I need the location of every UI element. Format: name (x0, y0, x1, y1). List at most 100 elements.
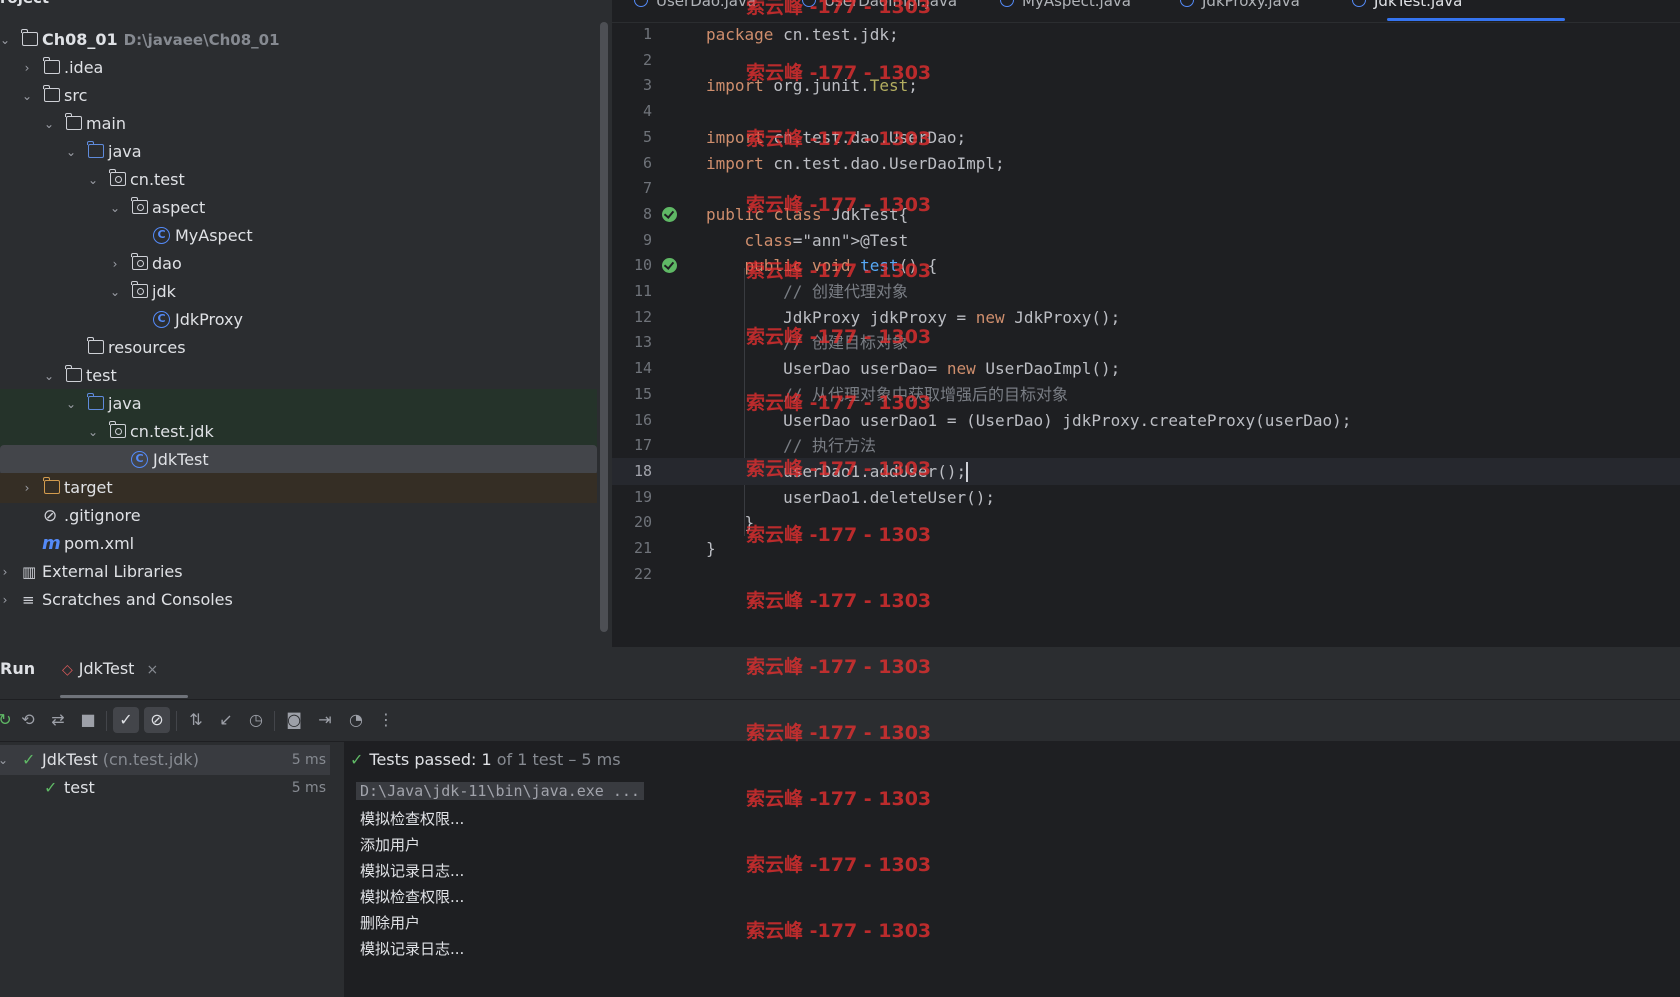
line-number[interactable]: 8 (612, 201, 652, 229)
code-line[interactable]: 15 // 从代理对象中获取增强后的目标对象 (612, 381, 1680, 409)
line-number[interactable]: 6 (612, 150, 652, 178)
code-line[interactable]: 1 package cn.test.jdk; (612, 21, 1680, 49)
line-number[interactable]: 5 (612, 124, 652, 152)
tree-item-jdktest[interactable]: C JdkTest (0, 445, 597, 475)
code-line[interactable]: 16 UserDao userDao1 = (UserDao) jdkProxy… (612, 407, 1680, 435)
tree-item-aspect[interactable]: ⌄ aspect (0, 193, 597, 223)
code-line[interactable]: 2 (612, 47, 1680, 75)
coverage-icon[interactable]: ◔ (343, 707, 369, 733)
code-line[interactable]: 9 class="ann">@Test (612, 227, 1680, 255)
test-suite-row[interactable]: ⌄ ✓ JdkTest (cn.test.jdk) 5 ms (0, 745, 330, 775)
tab-jdktest[interactable]: JdkTest.java (1352, 0, 1462, 20)
console-command-line[interactable]: D:\Java\jdk-11\bin\java.exe ... (356, 782, 644, 800)
tree-item-jdk[interactable]: ⌄ jdk (0, 277, 597, 307)
camera-icon[interactable]: ◙ (281, 707, 307, 733)
chevron-right-icon[interactable]: › (20, 53, 34, 83)
tree-item-target[interactable]: › target (0, 473, 597, 503)
line-number[interactable]: 1 (612, 21, 652, 49)
line-number[interactable]: 3 (612, 72, 652, 100)
line-number[interactable]: 9 (612, 227, 652, 255)
collapse-icon[interactable]: ↙ (213, 707, 239, 733)
tree-item-resources[interactable]: resources (0, 333, 597, 363)
line-number[interactable]: 18 (612, 458, 652, 486)
tab-jdkproxy[interactable]: JdkProxy.java (1180, 0, 1300, 20)
tree-item-idea[interactable]: › .idea (0, 53, 597, 83)
chevron-down-icon[interactable]: ⌄ (64, 137, 78, 167)
tree-item-cn-test[interactable]: ⌄ cn.test (0, 165, 597, 195)
chevron-right-icon[interactable]: › (108, 249, 122, 279)
line-number[interactable]: 13 (612, 329, 652, 357)
tree-item-cn-test-jdk[interactable]: ⌄ cn.test.jdk (0, 417, 597, 447)
line-number[interactable]: 12 (612, 304, 652, 332)
code-line[interactable]: 4 (612, 98, 1680, 126)
code-line[interactable]: 17 // 执行方法 (612, 432, 1680, 460)
code-line[interactable]: 20 } (612, 509, 1680, 537)
chevron-right-icon[interactable]: › (20, 473, 34, 503)
tree-item-external-libraries[interactable]: › ▥ External Libraries (0, 557, 597, 587)
chevron-down-icon[interactable]: ⌄ (86, 165, 100, 195)
toggle-auto-test-icon[interactable]: ⇄ (45, 707, 71, 733)
line-number[interactable]: 7 (612, 175, 652, 203)
code-line[interactable]: 5 import cn.test.dao.UserDao; (612, 124, 1680, 152)
run-test-gutter-icon[interactable] (662, 206, 677, 222)
code-line[interactable]: 22 (612, 561, 1680, 589)
chevron-down-icon[interactable]: ⌄ (108, 277, 122, 307)
tree-item-src[interactable]: ⌄ src (0, 81, 597, 111)
tree-item-main[interactable]: ⌄ main (0, 109, 597, 139)
chevron-down-icon[interactable]: ⌄ (42, 361, 56, 391)
code-line[interactable]: 12 JdkProxy jdkProxy = new JdkProxy(); (612, 304, 1680, 332)
tree-item-test[interactable]: ⌄ test (0, 361, 597, 391)
code-editor[interactable]: UserDao.java UserDaoImpl.java MyAspect.j… (612, 0, 1680, 647)
run-tab-jdktest[interactable]: ◇ JdkTest × (62, 659, 158, 678)
line-number[interactable]: 22 (612, 561, 652, 589)
code-line[interactable]: 7 (612, 175, 1680, 203)
show-passed-icon[interactable]: ✓ (113, 707, 139, 733)
show-ignored-icon[interactable]: ⊘ (144, 707, 170, 733)
line-number[interactable]: 14 (612, 355, 652, 383)
run-test-gutter-icon[interactable] (662, 258, 677, 274)
tree-item-scratches[interactable]: › ≡ Scratches and Consoles (0, 585, 597, 615)
line-number[interactable]: 4 (612, 98, 652, 126)
code-line[interactable]: 13 // 创建目标对象 (612, 329, 1680, 357)
line-number[interactable]: 11 (612, 278, 652, 306)
test-case-row[interactable]: ✓ test 5 ms (0, 773, 330, 803)
code-line[interactable]: 21} (612, 535, 1680, 563)
chevron-down-icon[interactable]: ⌄ (64, 389, 78, 419)
code-line[interactable]: 6 import cn.test.dao.UserDaoImpl; (612, 150, 1680, 178)
tree-item-gitignore[interactable]: ⊘ .gitignore (0, 501, 597, 531)
code-line[interactable]: 11 // 创建代理对象 (612, 278, 1680, 306)
tab-userdaoimpl[interactable]: UserDaoImpl.java (802, 0, 957, 20)
line-number[interactable]: 2 (612, 47, 652, 75)
line-number[interactable]: 15 (612, 381, 652, 409)
project-scrollbar[interactable] (600, 22, 608, 632)
close-icon[interactable]: × (146, 662, 158, 678)
chevron-down-icon[interactable]: ⌄ (108, 193, 122, 223)
tree-item-ch08-01[interactable]: ⌄ Ch08_01 D:\javaee\Ch08_01 (0, 25, 597, 55)
tree-item-main-java[interactable]: ⌄ java (0, 137, 597, 167)
chevron-right-icon[interactable]: › (0, 557, 12, 587)
rerun-failed-icon[interactable]: ⟲ (15, 707, 41, 733)
chevron-down-icon[interactable]: ⌄ (0, 25, 12, 55)
chevron-down-icon[interactable]: ⌄ (0, 745, 8, 775)
line-number[interactable]: 20 (612, 509, 652, 537)
tree-item-test-java[interactable]: ⌄ java (0, 389, 597, 419)
tree-item-dao[interactable]: › dao (0, 249, 597, 279)
code-line[interactable]: 14 UserDao userDao= new UserDaoImpl(); (612, 355, 1680, 383)
chevron-down-icon[interactable]: ⌄ (20, 81, 34, 111)
code-line[interactable]: 18 userDao1.addUser(); (612, 457, 1680, 486)
line-number[interactable]: 17 (612, 432, 652, 460)
line-number[interactable]: 10 (612, 252, 652, 280)
tree-item-myaspect[interactable]: C MyAspect (0, 221, 597, 251)
code-line[interactable]: 10 public void test() { (612, 252, 1680, 280)
console-output[interactable]: ✓ Tests passed: 1 of 1 test – 5 ms D:\Jav… (344, 742, 1680, 997)
tree-item-jdkproxy[interactable]: C JdkProxy (0, 305, 597, 335)
chevron-down-icon[interactable]: ⌄ (42, 109, 56, 139)
tab-userdao[interactable]: UserDao.java (634, 0, 756, 20)
chevron-down-icon[interactable]: ⌄ (86, 417, 100, 447)
line-number[interactable]: 16 (612, 407, 652, 435)
code-line[interactable]: 19 userDao1.deleteUser(); (612, 484, 1680, 512)
more-options-icon[interactable]: ⋮ (373, 707, 399, 733)
history-icon[interactable]: ◷ (243, 707, 269, 733)
stop-icon[interactable]: ■ (75, 707, 101, 733)
sort-icon[interactable]: ⇅ (183, 707, 209, 733)
